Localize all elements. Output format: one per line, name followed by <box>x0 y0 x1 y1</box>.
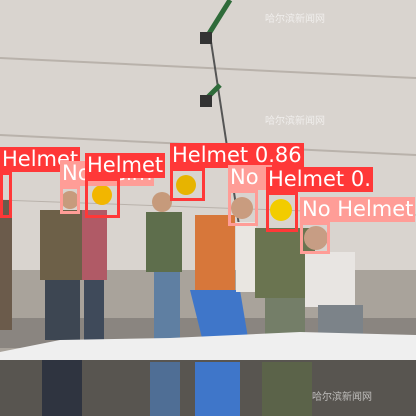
worker <box>0 200 12 330</box>
watermark: 哈尔滨新闻网 <box>265 14 325 25</box>
watermark: 哈尔滨新闻网 <box>265 116 325 127</box>
reflection-worker <box>42 360 82 416</box>
bounding-box-helmet <box>85 178 120 218</box>
detection-label: Helmet <box>85 153 166 178</box>
detection-scene: 哈尔滨新闻网 哈尔滨新闻网 哈尔滨新闻网 Helmet No Helmet Helm… <box>0 0 416 416</box>
reflection-worker <box>195 362 240 416</box>
crane-clamp <box>200 32 212 44</box>
watermark: 哈尔滨新闻网 <box>312 392 372 403</box>
detection-label: Helmet 0. <box>266 167 373 192</box>
bounding-box-helmet <box>266 192 298 232</box>
reflection-worker <box>150 362 180 416</box>
reflection-worker <box>262 362 312 416</box>
bounding-box-helmet <box>170 168 205 201</box>
crane-clamp <box>200 95 212 107</box>
bounding-box-no-helmet <box>300 222 330 254</box>
detection-label: No Helmet <box>300 197 416 222</box>
bounding-box-no-helmet <box>228 190 258 226</box>
bounding-box-no-helmet <box>60 186 80 214</box>
bounding-box-helmet <box>0 172 12 218</box>
